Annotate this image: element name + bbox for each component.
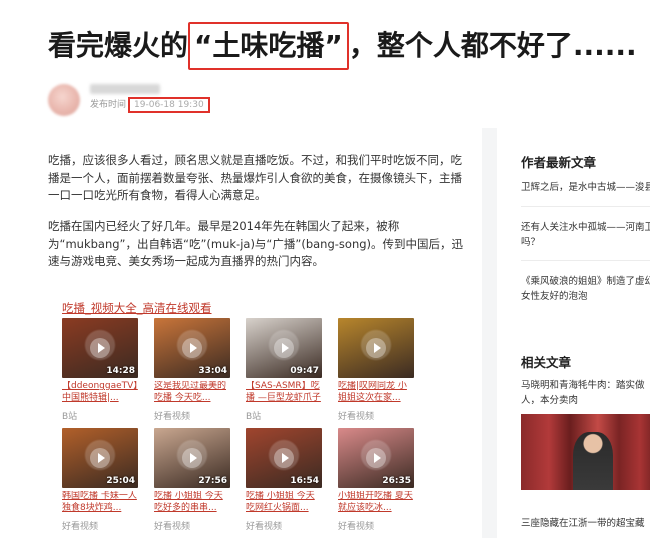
video-duration: 27:56 xyxy=(198,476,227,486)
video-thumbnail[interactable]: 16:54 xyxy=(246,428,322,488)
video-source: 好看视频 xyxy=(154,412,191,422)
paragraph-1: 吃播，应该很多人看过，顾名思义就是直播吃饭。不过，和我们平时吃饭不同，吃播是一个… xyxy=(48,153,462,202)
play-icon[interactable] xyxy=(366,338,386,358)
publish-label: 发布时间 xyxy=(90,100,127,110)
video-title[interactable]: 吃播 小姐姐 今天吃好多的串串... xyxy=(154,491,230,514)
video-thumbnail[interactable]: 26:35 xyxy=(338,428,414,488)
play-icon[interactable] xyxy=(182,448,202,468)
video-thumbnail[interactable]: 27:56 xyxy=(154,428,230,488)
paragraph-2: 吃播在国内已经火了好几年。最早是2014年先在韩国火了起来，被称为“mukban… xyxy=(48,219,464,268)
video-source: 好看视频 xyxy=(62,522,99,532)
video-thumbnail[interactable] xyxy=(338,318,414,378)
page-title: 看完爆火的 “土味吃播” ，整个人都不好了...... xyxy=(48,18,648,74)
video-thumbnail[interactable]: 14:28 xyxy=(62,318,138,378)
related-article-image[interactable] xyxy=(521,414,650,490)
video-thumbnail[interactable]: 33:04 xyxy=(154,318,230,378)
video-title[interactable]: 吃播|叹网同龙 小姐姐这次在家... xyxy=(338,381,414,404)
article-meta: 发布时间 19-06-18 19:30 xyxy=(48,80,348,120)
video-source: 好看视频 xyxy=(338,522,375,532)
person-figure xyxy=(573,432,613,490)
play-icon[interactable] xyxy=(366,448,386,468)
latest-article-link[interactable]: 还有人关注水中孤城——河南卫辉吗？ xyxy=(521,220,650,250)
video-source: 好看视频 xyxy=(246,522,283,532)
latest-articles-heading: 作者最新文章 xyxy=(521,155,597,170)
publish-info: 发布时间 19-06-18 19:30 xyxy=(90,97,210,113)
article-header: 看完爆火的 “土味吃播” ，整个人都不好了...... 发布时间 19-06-18 1… xyxy=(0,0,650,128)
play-icon[interactable] xyxy=(182,338,202,358)
related-articles-heading: 相关文章 xyxy=(521,355,572,370)
video-duration: 33:04 xyxy=(198,366,227,376)
latest-article-link[interactable]: 卫辉之后，是水中古城——浚县 xyxy=(521,180,650,195)
publish-time: 19-06-18 19:30 xyxy=(128,97,210,113)
author-name-blurred[interactable] xyxy=(90,84,160,94)
video-source: B站 xyxy=(62,412,78,422)
play-icon[interactable] xyxy=(274,448,294,468)
related-article-link[interactable]: 马晓明和青海牦牛肉：踏实做人，本分卖肉 xyxy=(521,378,650,408)
video-title[interactable]: 【ddeonggaeTV】中国熊特辑|... xyxy=(62,381,138,404)
avatar[interactable] xyxy=(48,84,80,116)
video-thumbnail[interactable]: 25:04 xyxy=(62,428,138,488)
video-source: 好看视频 xyxy=(338,412,375,422)
title-suffix: ，整个人都不好了...... xyxy=(348,29,637,62)
video-source: B站 xyxy=(246,412,262,422)
play-icon[interactable] xyxy=(90,338,110,358)
title-prefix: 看完爆火的 xyxy=(48,29,189,62)
latest-article-link[interactable]: 《乘风破浪的姐姐》制造了虚幻的对女性友好的泡泡 xyxy=(521,274,650,304)
related-article-link[interactable]: 三座隐藏在江浙一带的超宝藏 xyxy=(521,516,650,531)
video-duration: 25:04 xyxy=(106,476,135,486)
divider xyxy=(521,206,650,207)
video-title[interactable]: 小姐姐开吃播 夏天就应该吃冰... xyxy=(338,491,414,514)
sidebar: 作者最新文章 卫辉之后，是水中古城——浚县 还有人关注水中孤城——河南卫辉吗？ … xyxy=(497,128,650,538)
title-row: 看完爆火的 “土味吃播” ，整个人都不好了...... xyxy=(48,18,648,74)
video-source: 好看视频 xyxy=(154,522,191,532)
video-thumbnail[interactable]: 09:47 xyxy=(246,318,322,378)
video-duration: 09:47 xyxy=(290,366,319,376)
article-body: 吃播，应该很多人看过，顾名思义就是直播吃饭。不过，和我们平时吃饭不同，吃播是一个… xyxy=(0,128,482,538)
video-section-header[interactable]: 吃播_视频大全_高清在线观看 xyxy=(62,300,212,316)
play-icon[interactable] xyxy=(90,448,110,468)
video-title[interactable]: 这是我见过最美的吃播 今天吃... xyxy=(154,381,230,404)
title-highlight: “土味吃播” xyxy=(188,22,349,70)
video-duration: 26:35 xyxy=(382,476,411,486)
play-icon[interactable] xyxy=(274,338,294,358)
video-title[interactable]: 韩国吃播 卡妹一人独食8块炸鸡... xyxy=(62,491,138,514)
divider xyxy=(521,260,650,261)
video-duration: 14:28 xyxy=(106,366,135,376)
video-title[interactable]: 吃播 小姐姐 今天吃网红火锅面... xyxy=(246,491,322,514)
video-title[interactable]: 【SAS-ASMR】吃播 —巨型龙虾爪子 xyxy=(246,381,322,404)
video-duration: 16:54 xyxy=(290,476,319,486)
